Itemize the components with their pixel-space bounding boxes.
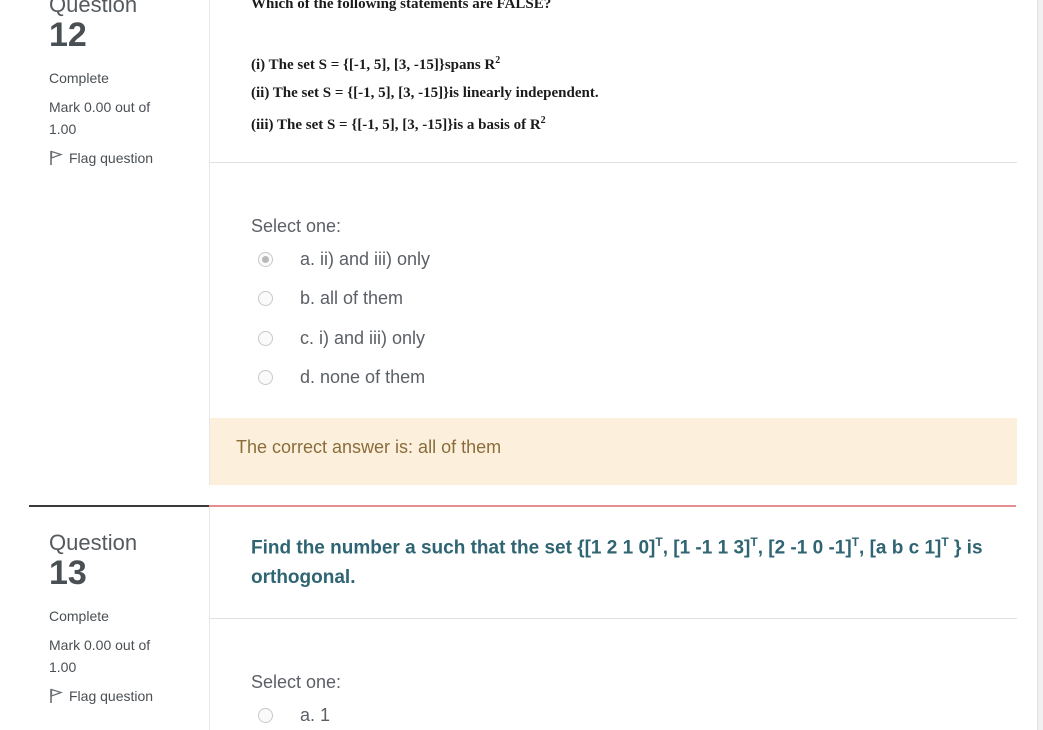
flag-question-button[interactable]: Flag question: [49, 150, 199, 166]
statement-3: (iii) The set S = {[-1, 5], [3, -15]}is …: [251, 115, 546, 133]
flag-question-button[interactable]: Flag question: [49, 688, 199, 704]
statement-2: (ii) The set S = {[-1, 5], [3, -15]}is l…: [251, 85, 599, 101]
answer-option-d[interactable]: d. none of them: [258, 367, 425, 388]
option-label: d. none of them: [300, 367, 426, 387]
question-info-12: Question 12 Complete Mark 0.00 out of 1.…: [49, 0, 199, 166]
flag-icon: [50, 150, 63, 165]
correct-answer-feedback: The correct answer is: all of them: [210, 418, 1017, 485]
question-info-13: Question 13 Complete Mark 0.00 out of 1.…: [49, 530, 199, 704]
question-prompt: Find the number a such that the set {[1 …: [251, 535, 983, 589]
question-content-13: Find the number a such that the set {[1 …: [209, 507, 1017, 730]
question-grade: Mark 0.00 out of 1.00: [49, 637, 151, 675]
radio-button[interactable]: [258, 252, 273, 267]
question-state: Complete: [49, 70, 109, 86]
answer-option-b[interactable]: b. all of them: [258, 288, 403, 309]
radio-button[interactable]: [258, 708, 273, 723]
answer-option-c[interactable]: c. i) and iii) only: [258, 328, 425, 349]
option-label: a. ii) and iii) only: [300, 249, 431, 269]
scrollbar[interactable]: [1037, 0, 1043, 730]
option-label: c. i) and iii) only: [300, 328, 426, 348]
quiz-review-page: Question 12 Complete Mark 0.00 out of 1.…: [0, 0, 1043, 730]
divider: [210, 162, 1017, 163]
flag-icon: [50, 688, 63, 703]
statement-1: (i) The set S = {[-1, 5], [3, -15]}spans…: [251, 55, 501, 73]
question-state: Complete: [49, 608, 109, 624]
question-number: 13: [49, 554, 87, 592]
option-label: b. all of them: [300, 288, 404, 308]
question-grade: Mark 0.00 out of 1.00: [49, 99, 151, 137]
question-content-12: Which of the following statements are FA…: [209, 0, 1017, 485]
radio-button[interactable]: [258, 291, 273, 306]
question-separator-left: [29, 505, 209, 507]
select-one-label: Select one:: [251, 672, 342, 692]
divider: [210, 618, 1017, 619]
answer-option-a[interactable]: a. 1: [258, 705, 330, 726]
question-prompt: Which of the following statements are FA…: [251, 0, 552, 12]
answer-option-a[interactable]: a. ii) and iii) only: [258, 249, 430, 270]
flag-label: Flag question: [69, 688, 154, 704]
question-label: Question: [49, 530, 138, 555]
flag-label: Flag question: [69, 150, 154, 166]
select-one-label: Select one:: [251, 216, 342, 236]
radio-button[interactable]: [258, 370, 273, 385]
question-number: 12: [49, 16, 87, 54]
option-label: a. 1: [300, 705, 331, 725]
radio-button[interactable]: [258, 331, 273, 346]
